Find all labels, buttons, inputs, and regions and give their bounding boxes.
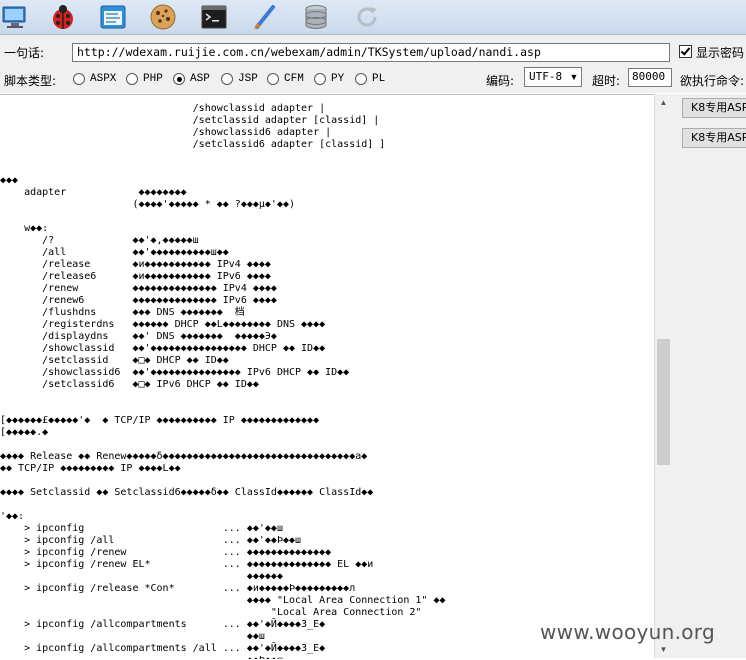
radio-py-label: PY bbox=[331, 73, 345, 85]
radio-asp-label: ASP bbox=[190, 73, 210, 85]
k8-asp-button-2[interactable]: K8专用ASP bbox=[682, 128, 746, 148]
encoding-select[interactable]: UTF-8 ▼ bbox=[524, 67, 582, 87]
radio-cfm[interactable] bbox=[267, 73, 279, 85]
radio-cfm-label: CFM bbox=[284, 73, 304, 85]
radio-pl[interactable] bbox=[355, 73, 367, 85]
encoding-label: 编码: bbox=[486, 74, 515, 88]
radio-jsp[interactable] bbox=[221, 73, 233, 85]
encoding-value: UTF-8 bbox=[529, 70, 563, 83]
cookie-icon[interactable] bbox=[148, 2, 178, 32]
exec-command-label: 欲执行命令: bbox=[680, 74, 745, 88]
radio-aspx-label: ASPX bbox=[90, 73, 117, 85]
timeout-input[interactable]: 80000 bbox=[628, 68, 672, 87]
command-output[interactable]: /showclassid adapter | /setclassid adapt… bbox=[0, 94, 654, 659]
show-password-checkbox[interactable] bbox=[679, 45, 692, 58]
sentence-label: 一句话: bbox=[4, 46, 45, 60]
timeout-label: 超时: bbox=[592, 74, 621, 88]
k8-asp-button-1[interactable]: K8专用ASP bbox=[682, 98, 746, 118]
show-password-label: 显示密码 bbox=[696, 46, 745, 60]
brush-icon[interactable] bbox=[250, 2, 280, 32]
refresh-icon[interactable] bbox=[352, 2, 382, 32]
ladybug-icon[interactable] bbox=[48, 2, 78, 32]
toolbar bbox=[0, 0, 746, 35]
database-icon[interactable] bbox=[301, 2, 331, 32]
chevron-down-icon: ▼ bbox=[569, 72, 579, 82]
watermark: www.wooyun.org bbox=[540, 620, 715, 644]
radio-asp[interactable] bbox=[173, 73, 185, 85]
radio-php[interactable] bbox=[126, 73, 138, 85]
radio-aspx[interactable] bbox=[73, 73, 85, 85]
radio-php-label: PHP bbox=[143, 73, 163, 85]
scroll-up-icon[interactable]: ▲ bbox=[655, 94, 672, 111]
radio-jsp-label: JSP bbox=[238, 73, 258, 85]
command-panel: K8专用ASP K8专用ASP bbox=[672, 94, 746, 658]
radio-py[interactable] bbox=[314, 73, 326, 85]
radio-pl-label: PL bbox=[372, 73, 386, 85]
terminal-icon[interactable] bbox=[199, 2, 229, 32]
window-icon[interactable] bbox=[98, 2, 128, 32]
monitor-icon[interactable] bbox=[0, 2, 30, 32]
url-input[interactable]: http://wdexam.ruijie.com.cn/webexam/admi… bbox=[72, 43, 670, 62]
scrollbar-thumb[interactable] bbox=[657, 339, 670, 465]
output-text: /showclassid adapter | /setclassid adapt… bbox=[0, 103, 446, 659]
script-type-label: 脚本类型: bbox=[4, 74, 57, 88]
output-scrollbar[interactable]: ▲ ▼ bbox=[654, 94, 672, 658]
